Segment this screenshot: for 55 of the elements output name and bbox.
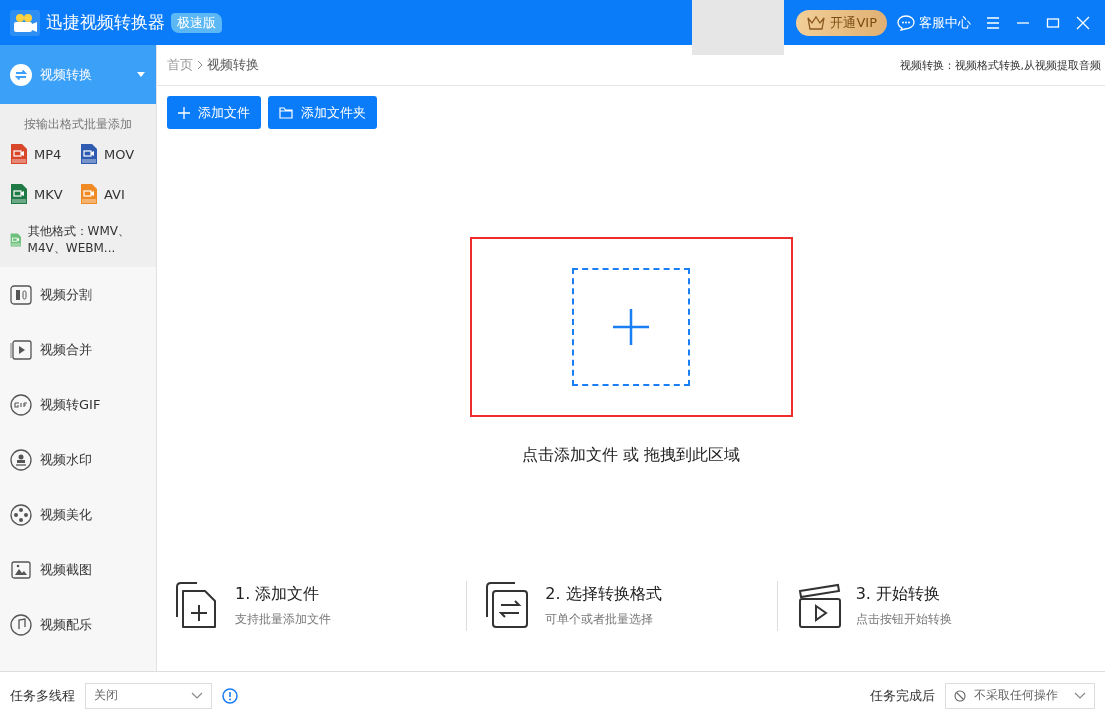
breadcrumb-item: 视频转换 [207, 56, 259, 74]
chevron-right-icon [197, 60, 203, 70]
toolbar-button[interactable]: 添加文件夹 [268, 96, 377, 129]
sidebar-item[interactable]: 视频美化 [0, 487, 156, 542]
folder-icon [279, 106, 293, 119]
watermark-icon [10, 448, 32, 471]
crown-icon [806, 14, 827, 31]
format-item[interactable]: MKV [10, 183, 80, 205]
sidebar-item[interactable]: 视频配乐 [0, 597, 156, 652]
step-title: 3. 开始转换 [855, 584, 941, 605]
format-item[interactable]: MOV [80, 143, 150, 165]
app-title: 迅捷视频转换器 [46, 11, 165, 34]
chevron-down-icon [191, 691, 203, 700]
format-item[interactable]: MP4 [10, 143, 80, 165]
screenshot-icon [10, 558, 32, 581]
vip-button[interactable]: 开通VIP [796, 9, 887, 36]
drop-zone[interactable] [469, 237, 793, 417]
prohibited-icon [954, 689, 966, 702]
merge-icon [10, 338, 32, 361]
multithread-select[interactable]: 关闭 [85, 682, 212, 709]
format-hint: 按输出格式批量添加 [23, 116, 133, 133]
step-title: 1. 添加文件 [235, 584, 321, 605]
info-icon[interactable] [222, 687, 238, 704]
menu-icon[interactable] [986, 15, 1000, 30]
sidebar-item[interactable]: 视频转GIF [0, 377, 156, 432]
beautify-icon [10, 503, 32, 526]
format-item[interactable]: 其他格式：WMV、M4V、WEBM... [10, 223, 150, 257]
toolbar-button[interactable]: 添加文件 [167, 96, 261, 129]
sidebar-item[interactable]: 视频合并 [0, 322, 156, 377]
chat-bubble-icon [897, 14, 915, 31]
edition-badge: 极速版 [171, 12, 222, 33]
sidebar-item[interactable]: 视频水印 [0, 432, 156, 487]
page-description: 视频转换：视频格式转换,从视频提取音频 [899, 57, 1101, 73]
close-icon[interactable] [1076, 15, 1090, 30]
step-subtitle: 可单个或者批量选择 [545, 611, 655, 628]
convert-arrows-icon [10, 63, 32, 86]
step-subtitle: 支持批量添加文件 [235, 611, 331, 628]
chevron-down-icon [1074, 691, 1086, 700]
sidebar-item[interactable]: 视频截图 [0, 542, 156, 597]
maximize-icon[interactable] [1046, 15, 1060, 30]
format-item[interactable]: AVI [80, 183, 150, 205]
gif-icon [10, 393, 32, 416]
customer-service-button[interactable]: 客服中心 [893, 13, 975, 32]
sidebar-item[interactable]: 视频分割 [0, 267, 156, 322]
camera-logo-icon [10, 9, 40, 36]
after-task-select[interactable]: 不采取任何操作 [945, 682, 1095, 709]
caret-icon [136, 70, 146, 79]
step-subtitle: 点击按钮开始转换 [855, 611, 952, 628]
multithread-label: 任务多线程 [10, 686, 75, 705]
after-task-label: 任务完成后 [870, 686, 935, 705]
step-title: 2. 选择转换格式 [545, 584, 662, 605]
split-icon [10, 283, 32, 306]
drop-hint: 点击添加文件 或 拖拽到此区域 [521, 445, 741, 466]
plus-icon [613, 309, 649, 345]
plus-icon [178, 106, 190, 119]
